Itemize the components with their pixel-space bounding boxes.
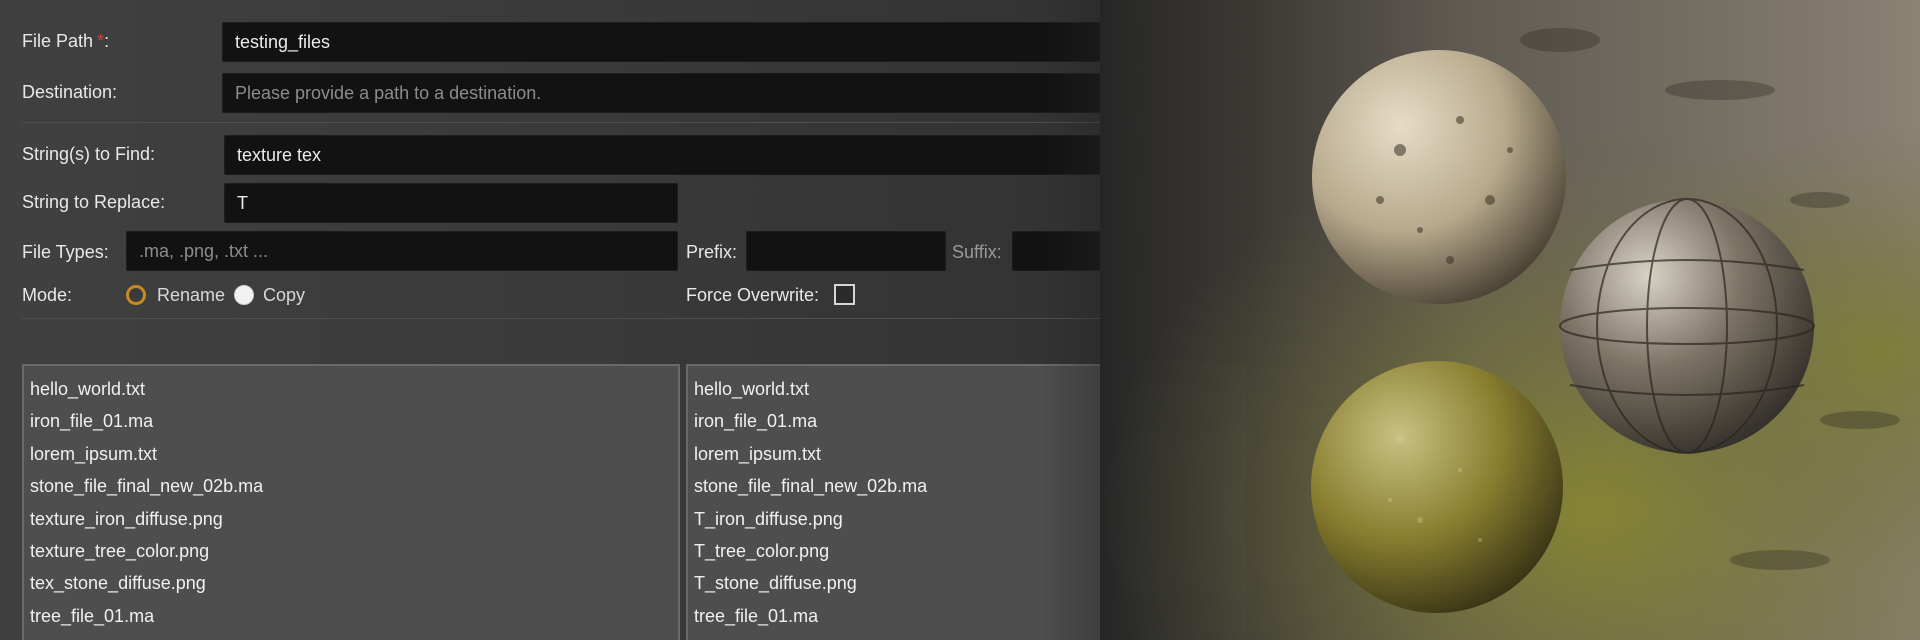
iron-sphere: [1560, 199, 1814, 453]
file-path-colon: :: [104, 31, 110, 51]
list-item[interactable]: tree_file_01.ma: [30, 600, 678, 632]
list-item[interactable]: iron_file_01.ma: [30, 405, 678, 437]
material-preview-image: [1100, 0, 1920, 640]
rename-tool-panel: File Path *: testing_files Destination: P…: [0, 0, 1246, 640]
rename-radio-label[interactable]: Rename: [157, 285, 225, 306]
force-overwrite-checkbox[interactable]: [834, 284, 855, 305]
list-item[interactable]: texture_iron_diffuse.png: [30, 503, 678, 535]
list-item[interactable]: hello_world.txt: [30, 373, 678, 405]
prefix-input[interactable]: [746, 231, 946, 271]
divider: [22, 122, 1182, 123]
required-marker: *: [97, 31, 105, 51]
list-item[interactable]: texture_tree_color.png: [30, 535, 678, 567]
copy-radio[interactable]: [234, 285, 254, 305]
moss-sphere: [1311, 361, 1563, 613]
file-path-label: File Path *:: [22, 31, 109, 52]
file-types-input[interactable]: .ma, .png, .txt ...: [126, 231, 678, 271]
source-file-list[interactable]: hello_world.txt iron_file_01.ma lorem_ipsu…: [22, 364, 680, 640]
replace-label: String to Replace:: [22, 192, 166, 212]
suffix-label: Suffix:: [952, 242, 1002, 262]
find-label: String(s) to Find:: [22, 144, 156, 164]
destination-label: Destination:: [22, 82, 118, 102]
mode-label: Mode:: [22, 285, 73, 305]
rename-radio[interactable]: [126, 285, 146, 305]
replace-input[interactable]: T: [224, 183, 678, 223]
list-item[interactable]: stone_file_final_new_02b.ma: [30, 470, 678, 502]
material-spheres-illustration: [1100, 0, 1920, 640]
divider: [22, 318, 1182, 319]
file-path-label-text: File Path: [22, 31, 94, 51]
stone-sphere: [1312, 50, 1566, 304]
find-input[interactable]: texture tex: [224, 135, 1200, 175]
copy-radio-label[interactable]: Copy: [263, 285, 305, 306]
list-item[interactable]: lorem_ipsum.txt: [30, 438, 678, 470]
destination-input[interactable]: Please provide a path to a destination.: [222, 73, 1200, 113]
force-overwrite-label: Force Overwrite:: [686, 285, 820, 305]
file-path-input[interactable]: testing_files: [222, 22, 1200, 62]
file-types-label: File Types:: [22, 242, 109, 262]
prefix-label: Prefix:: [686, 242, 738, 262]
list-item[interactable]: tex_stone_diffuse.png: [30, 567, 678, 599]
